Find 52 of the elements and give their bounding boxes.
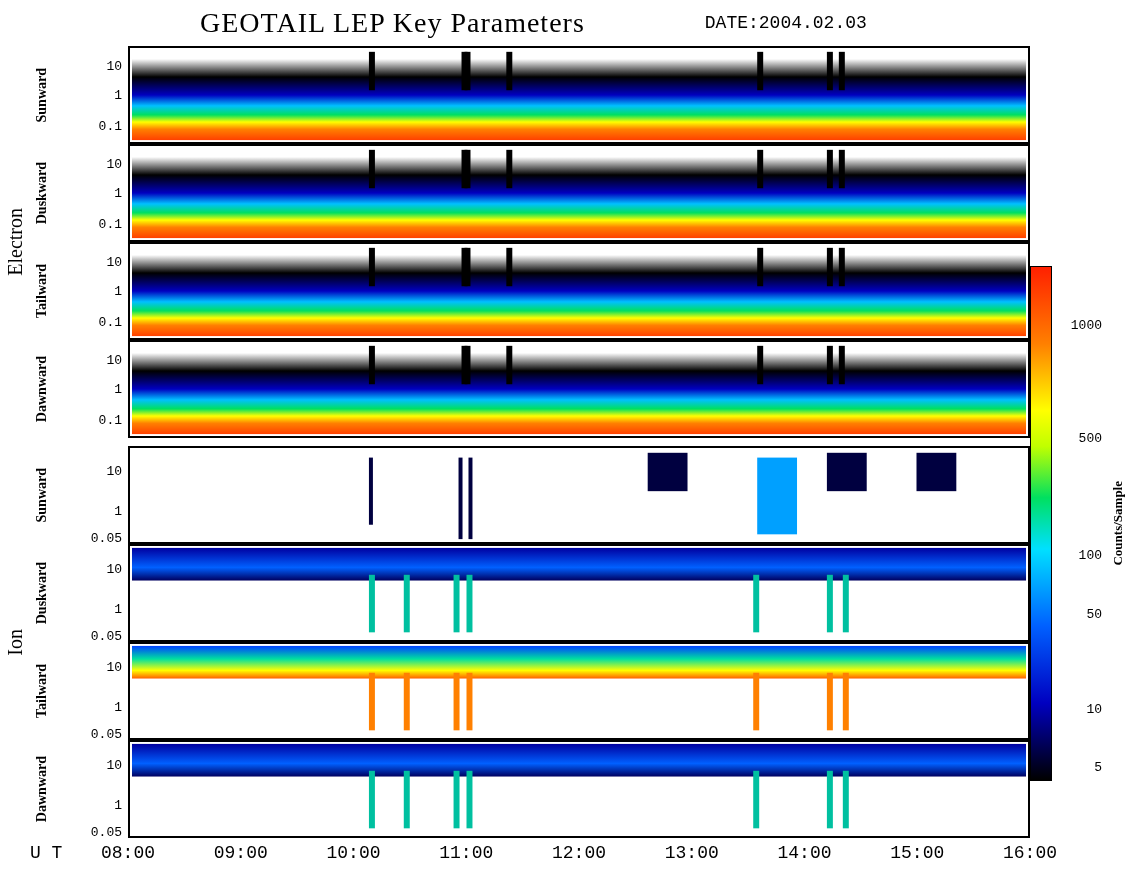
axis-tick-label: 0.05 — [90, 628, 122, 644]
time-tick-label: 12:00 — [552, 843, 606, 863]
axis-tick-label: 1 — [114, 185, 122, 201]
time-tick-label: 15:00 — [890, 843, 945, 863]
colorbar-tick-label: 100 — [1078, 547, 1102, 563]
colorbar-tick-label: 50 — [1086, 606, 1102, 622]
panel-label: Sunward — [34, 67, 50, 123]
axis-tick-label: 1 — [114, 503, 122, 519]
panel-label: Dawnward — [34, 355, 50, 423]
panel-label: Duskward — [34, 161, 50, 225]
axis-tick-label: 0.1 — [98, 216, 122, 232]
axis-tick-label: 0.05 — [90, 726, 122, 742]
panel-label: Tailward — [34, 264, 50, 318]
colorbar-tick-label: 5 — [1094, 759, 1102, 775]
time-tick-label: 14:00 — [777, 843, 832, 863]
axis-tick-label: 10 — [106, 254, 122, 270]
axis-tick-label: 0.1 — [98, 314, 122, 330]
axis-tick-label: 0.05 — [90, 530, 122, 546]
axis-tick-label: 10 — [106, 58, 122, 74]
axis-tick-label: 1 — [114, 601, 122, 617]
colorbar-tick-label: 1000 — [1070, 317, 1102, 333]
axis-tick-label: 1 — [114, 381, 122, 397]
axis-tick-label: 1 — [114, 797, 122, 813]
axis-tick-label: 10 — [106, 352, 122, 368]
group-label: Ion — [3, 628, 27, 656]
time-tick-label: 16:00 — [1003, 843, 1057, 863]
time-tick-label: 11:00 — [439, 843, 494, 863]
colorbar-tick-label: 500 — [1078, 430, 1102, 446]
panel-label: Duskward — [34, 561, 50, 625]
panel-label: Tailward — [34, 664, 50, 718]
axis-tick-label: 10 — [106, 659, 122, 674]
time-tick-label: 13:00 — [664, 843, 719, 863]
axis-tick-label: 10 — [106, 561, 122, 576]
chart-title: GEOTAIL LEP Key Parameters — [200, 7, 585, 39]
panel-label: Dawnward — [34, 755, 50, 823]
axis-tick-label: 1 — [114, 699, 122, 715]
colorbar-label: Counts/Sample — [1110, 481, 1126, 566]
time-tick-label: 08:00 — [101, 843, 155, 863]
axis-tick-label: 0.1 — [98, 118, 122, 134]
axis-tick-label: 0.05 — [90, 824, 122, 840]
axis-tick-label: 1 — [114, 87, 122, 103]
time-tick-label: 09:00 — [213, 843, 268, 863]
panel-label: Sunward — [34, 467, 50, 523]
axis-tick-label: 1 — [114, 283, 122, 299]
group-label: Electron — [3, 208, 27, 276]
time-tick-label: 10:00 — [326, 843, 381, 863]
axis-tick-label: 10 — [106, 156, 122, 172]
axis-tick-label: 0.1 — [98, 412, 122, 428]
colorbar-tick-label: 10 — [1086, 701, 1102, 717]
axis-tick-label: 10 — [106, 463, 122, 478]
axis-tick-label: 10 — [106, 757, 122, 772]
date-label: DATE:2004.02.03 — [704, 13, 867, 33]
